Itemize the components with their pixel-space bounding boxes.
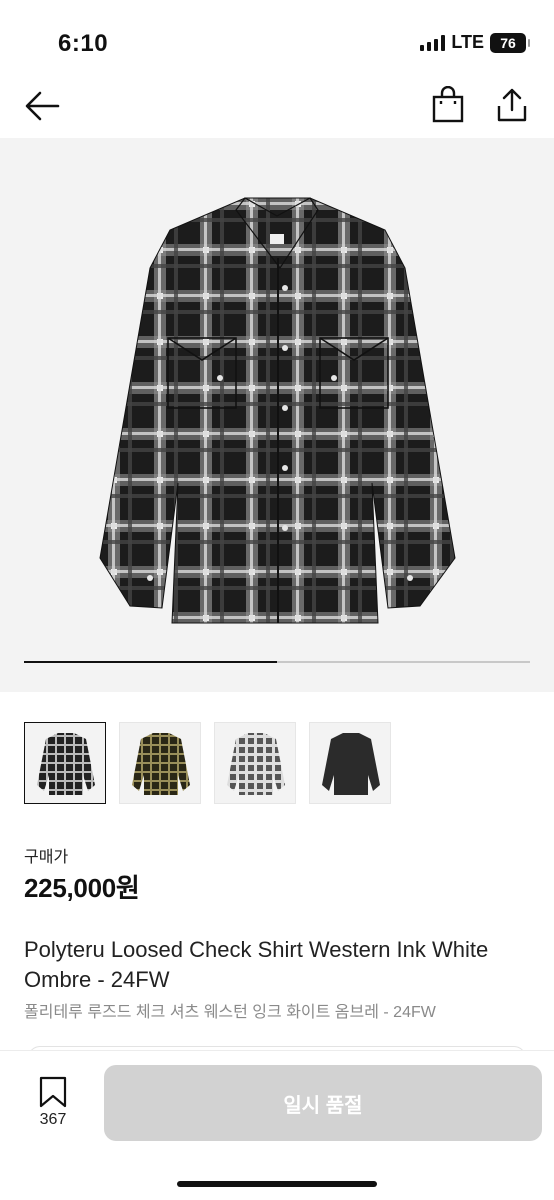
thumbnail-image [227,733,285,795]
battery-icon: 76 [490,32,530,53]
price-label: 구매가 [24,849,69,866]
image-progress-fill [24,661,277,663]
thumbnail-1[interactable] [24,722,106,804]
shopping-bag-icon [432,85,464,123]
product-title-ko: 폴리테루 루즈드 체크 셔츠 웨스턴 잉크 화이트 옴브레 - 24FW [24,1004,436,1021]
bookmark-icon [39,1076,67,1108]
bookmark-button[interactable]: 367 [30,1075,76,1135]
back-button[interactable] [22,88,62,124]
bottom-action-bar: 367 일시 품절 [0,1050,554,1200]
status-time: 6:10 [58,30,109,57]
product-title-en: Polyteru Loosed Check Shirt Western Ink … [24,937,489,992]
arrow-left-icon [25,91,60,121]
sold-out-button[interactable]: 일시 품절 [104,1065,542,1141]
status-bar: 6:10 LTE 76 [0,0,554,70]
bookmark-count: 367 [39,1111,67,1128]
home-indicator [177,1181,377,1187]
thumbnail-image [322,733,380,795]
thumbnail-4[interactable] [309,722,391,804]
network-type: LTE [451,32,484,52]
thumbnail-strip [24,722,391,804]
image-progress-bar [24,661,530,663]
share-icon [497,88,527,122]
price-value: 225,000원 [24,873,140,903]
status-indicators: LTE 76 [420,32,530,53]
thumbnail-2[interactable] [119,722,201,804]
product-image [99,197,456,624]
thumbnail-image [132,733,190,795]
nav-bar [0,74,554,138]
product-image-carousel[interactable] [0,138,554,692]
thumbnail-image [37,733,95,795]
cart-button[interactable] [430,85,466,124]
signal-icon [420,34,446,51]
battery-level: 76 [500,34,516,51]
share-button[interactable] [494,86,530,124]
thumbnail-3[interactable] [214,722,296,804]
